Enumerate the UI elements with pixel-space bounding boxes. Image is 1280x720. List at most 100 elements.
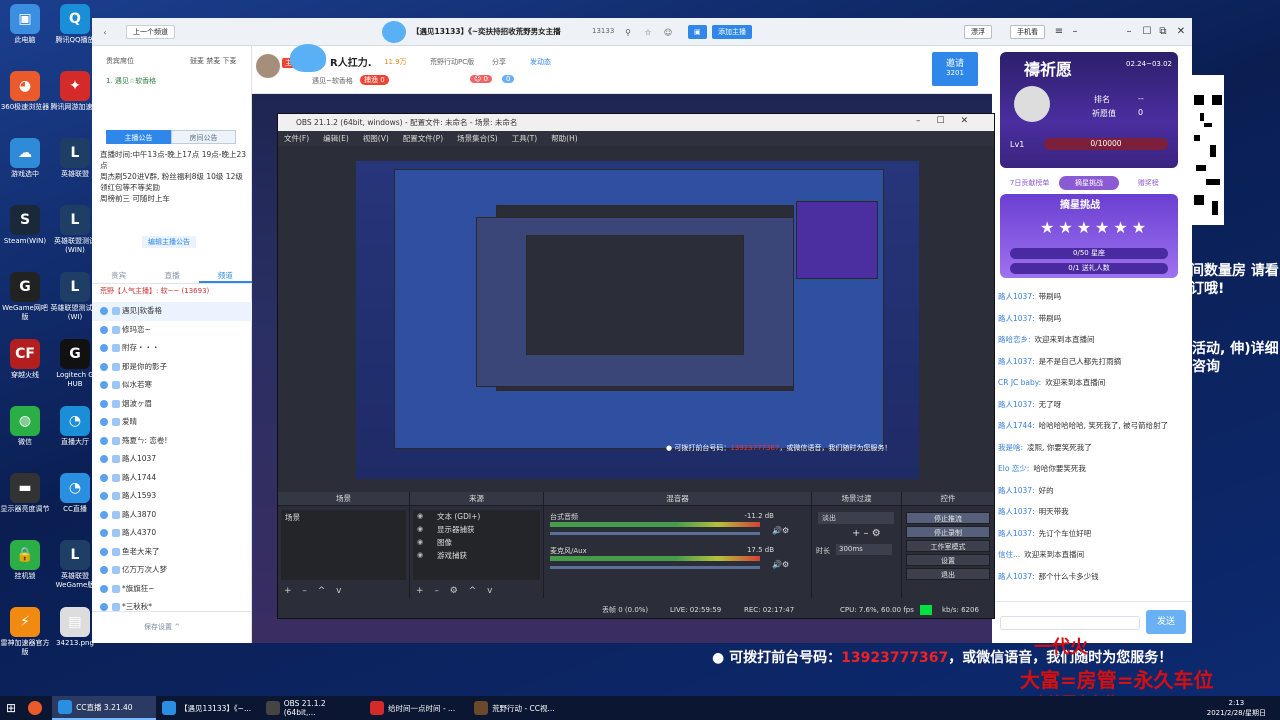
viewer-item[interactable]: 似水若寒	[92, 376, 252, 395]
menu-icon[interactable]: ≡	[1052, 24, 1066, 40]
duration-field[interactable]: 300ms	[836, 544, 892, 555]
obs-menu-item[interactable]: 文件(F)	[284, 131, 309, 146]
people-icon[interactable]: ☺	[662, 24, 674, 40]
invite-button[interactable]: 邀请 3201	[932, 52, 978, 86]
obs-preview[interactable]: ● 可拨打前台号码：13923777367，或微信语音，我们随时为您服务！	[356, 161, 919, 479]
desktop-icon[interactable]: CF 穿越火线	[0, 339, 50, 380]
obs-menu-item[interactable]: 场景集合(S)	[457, 131, 498, 146]
obs-menu-item[interactable]: 配置文件(P)	[403, 131, 443, 146]
clock[interactable]: 2:13 2021/2/28/星期日	[1207, 698, 1266, 718]
browser-taskbar-icon[interactable]	[22, 696, 52, 720]
tab-award[interactable]: 赠奖榜	[1119, 176, 1178, 190]
viewer-item[interactable]: 鱼老大来了	[92, 543, 252, 562]
speaker-icon-2[interactable]: 🔊⚙	[772, 560, 789, 569]
chat-username[interactable]: 路哈恋乡:	[998, 335, 1031, 344]
chat-username[interactable]: 信住...	[998, 550, 1020, 559]
chat-username[interactable]: 路人1037:	[998, 507, 1035, 516]
restore-icon[interactable]: ⧉	[1156, 24, 1170, 40]
chat-input[interactable]	[1000, 616, 1140, 630]
chat-username[interactable]: 路人1744:	[998, 421, 1035, 430]
source-item[interactable]: 文本 (GDI+)	[413, 510, 540, 523]
tab-room-notice[interactable]: 房间公告	[171, 130, 236, 144]
tab-challenge[interactable]: 摘星挑战	[1059, 176, 1119, 190]
chat-username[interactable]: 路人1037:	[998, 400, 1035, 409]
chat-username[interactable]: 路人1037:	[998, 314, 1035, 323]
viewer-item[interactable]: 路人3870	[92, 506, 252, 525]
obs-control-button[interactable]: 设置	[906, 554, 990, 566]
viewer-item[interactable]: 附存・・・	[92, 339, 252, 358]
minimize-icon[interactable]: –	[1068, 24, 1082, 40]
desktop-icon[interactable]: ◍ 微信	[0, 406, 50, 447]
speaker-icon[interactable]: 🔊⚙	[772, 526, 789, 535]
desktop-icon[interactable]: ▬ 显示器亮度调节	[0, 473, 50, 514]
record-icon[interactable]: ▣	[688, 25, 707, 39]
chat-username[interactable]: CR JC baby:	[998, 378, 1041, 387]
viewer-item[interactable]: *旗旗狂~	[92, 580, 252, 599]
source-item[interactable]: 图像	[413, 536, 540, 549]
chat-username[interactable]: 路人1037:	[998, 529, 1035, 538]
viewer-item[interactable]: 烟波ヶ眉	[92, 395, 252, 414]
maximize-icon[interactable]: ☐	[1140, 24, 1154, 40]
star-icon[interactable]: ☆	[642, 24, 654, 40]
viewer-item[interactable]: 殇夏ㄣ: 恋卷!	[92, 432, 252, 451]
desktop-icon[interactable]: G WeGame网吧版	[0, 272, 50, 322]
chat-username[interactable]: 路人1037:	[998, 357, 1035, 366]
source-item[interactable]: 显示器捕获	[413, 523, 540, 536]
source-item[interactable]: 游戏捕获	[413, 549, 540, 562]
viewer-item[interactable]: 路人4370	[92, 524, 252, 543]
float-button[interactable]: 漂浮	[964, 25, 992, 39]
desktop-icon[interactable]: 🔒 挂机锁	[0, 540, 50, 581]
viewer-item[interactable]: 亿万万次人梦	[92, 561, 252, 580]
start-button-icon[interactable]: ⊞	[0, 696, 22, 720]
vip-seat-label[interactable]: 贵宾席位	[106, 56, 134, 66]
obs-control-button[interactable]: 退出	[906, 568, 990, 580]
pin-icon[interactable]: ⚲	[622, 24, 634, 40]
tab-live[interactable]: 直播	[145, 268, 198, 283]
add-anchor-button[interactable]: 添加主播	[712, 25, 752, 39]
obs-menu-item[interactable]: 视图(V)	[363, 131, 389, 146]
tab-channel[interactable]: 频道	[198, 268, 252, 283]
viewer-item[interactable]: 路人1744	[92, 469, 252, 488]
obs-control-button[interactable]: 停止推流	[906, 512, 990, 524]
anchor-avatar[interactable]	[256, 54, 280, 78]
viewer-item[interactable]: 路人1593	[92, 487, 252, 506]
chat-username[interactable]: 我是啥:	[998, 443, 1023, 452]
dynamic-link[interactable]: 发动态	[530, 57, 551, 67]
scene-item[interactable]: 场景	[281, 510, 406, 525]
prev-channel-button[interactable]: 上一个频道	[126, 25, 175, 39]
obs-control-button[interactable]: 停止录制	[906, 526, 990, 538]
back-arrow-icon[interactable]: ‹	[100, 24, 110, 40]
obs-menu-item[interactable]: 编辑(E)	[323, 131, 349, 146]
mobile-view-button[interactable]: 手机看	[1010, 25, 1045, 39]
minimize-icon-2[interactable]: –	[1122, 24, 1136, 40]
tab-anchor-notice[interactable]: 主播公告	[106, 130, 171, 144]
mixer-ch1-fader[interactable]	[550, 532, 760, 535]
desktop-icon[interactable]: ▣ 此电脑	[0, 4, 50, 45]
taskbar-item[interactable]: 给时间一点时间 - ...	[364, 696, 468, 720]
chat-username[interactable]: 路人1037:	[998, 292, 1035, 301]
desktop-icon[interactable]: S Steam(WIN)	[0, 205, 50, 246]
taskbar-item[interactable]: 【遇见13133】《~...	[156, 696, 260, 720]
taskbar-item[interactable]: 荒野行动 - CC视...	[468, 696, 572, 720]
transition-select[interactable]: 淡出	[818, 512, 894, 524]
chat-username[interactable]: 路人1037:	[998, 572, 1035, 581]
obs-menu-item[interactable]: 帮助(H)	[551, 131, 578, 146]
sources-controls[interactable]: + – ⚙ ^ v	[416, 586, 496, 596]
viewer-item[interactable]: 爱晴	[92, 413, 252, 432]
obs-window-controls[interactable]: –☐✕	[916, 116, 984, 126]
viewer-item[interactable]: 那是你的影子	[92, 358, 252, 377]
taskbar-item[interactable]: CC直播 3.21.40	[52, 696, 157, 720]
tab-7day[interactable]: 7日贡献榜单	[1000, 176, 1059, 190]
game-label[interactable]: 荒野行动PC版	[430, 57, 474, 67]
obs-control-button[interactable]: 工作室模式	[906, 540, 990, 552]
edit-notice-button[interactable]: 编辑主播公告	[142, 236, 196, 248]
send-button[interactable]: 发送	[1146, 610, 1186, 634]
desktop-icon[interactable]: ☁ 游戏选中	[0, 138, 50, 179]
save-settings-link[interactable]: 保存设置 ^	[144, 622, 180, 632]
chat-username[interactable]: Elo 恋少:	[998, 464, 1029, 473]
taskbar-item[interactable]: OBS 21.1.2 (64bit,...	[260, 696, 364, 720]
tab-vip[interactable]: 贵宾	[92, 268, 145, 283]
scenes-controls[interactable]: + – ^ v	[284, 586, 346, 596]
obs-menu-item[interactable]: 工具(T)	[512, 131, 537, 146]
viewer-item[interactable]: 遇见|软香格	[92, 302, 252, 321]
